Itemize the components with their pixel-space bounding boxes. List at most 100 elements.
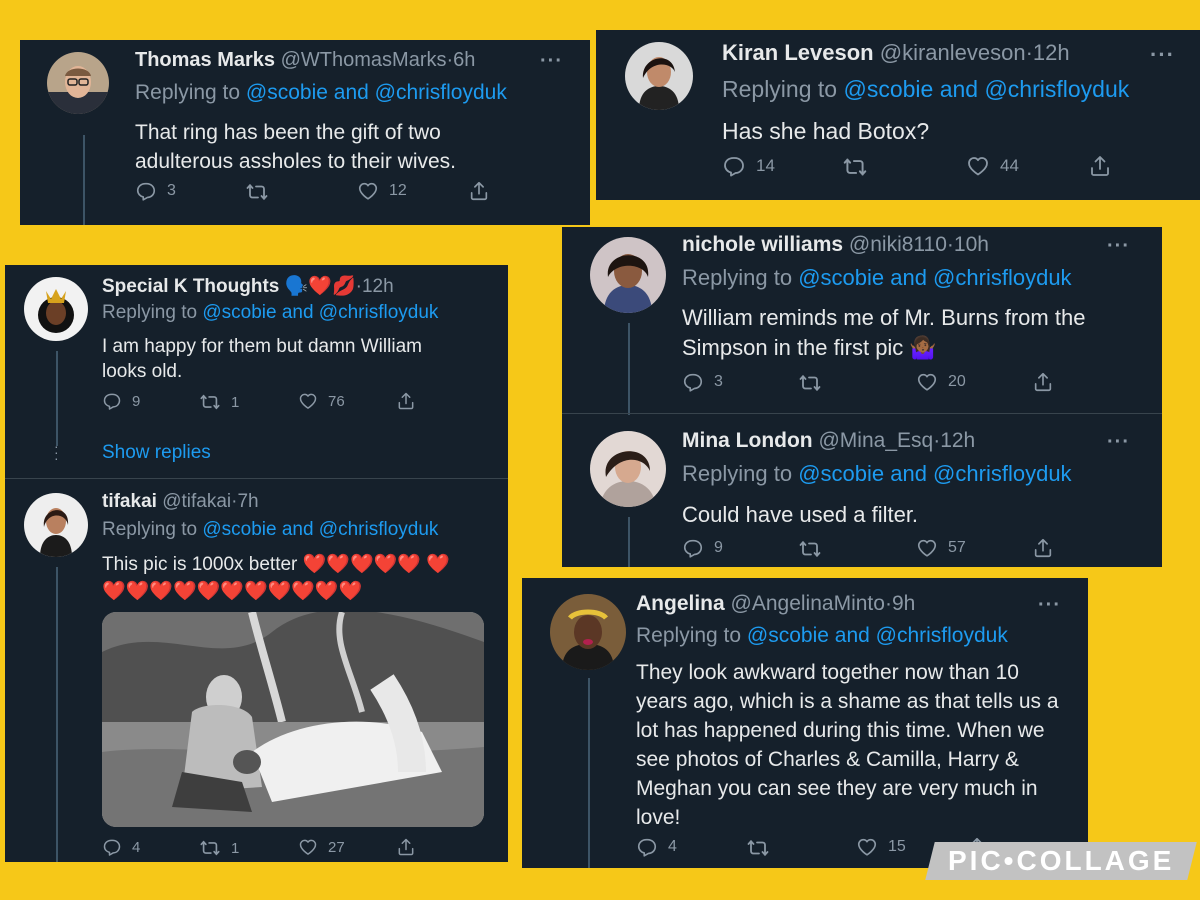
reply-icon — [636, 836, 658, 858]
retweet-icon — [199, 837, 221, 859]
share-button[interactable] — [468, 180, 490, 202]
more-icon[interactable]: ··· — [1150, 42, 1175, 68]
tweet-time[interactable]: 12h — [362, 276, 394, 297]
author-handle[interactable]: @WThomasMarks — [281, 49, 447, 71]
reply-button[interactable]: 3 — [135, 180, 176, 202]
author-handle[interactable]: @AngelinaMinto — [731, 592, 885, 615]
share-button[interactable] — [1032, 371, 1054, 393]
tweet-time[interactable]: 10h — [954, 233, 989, 256]
heart-icon — [298, 837, 318, 857]
divider — [562, 413, 1162, 414]
reply-button[interactable]: 14 — [722, 154, 775, 178]
author-name[interactable]: nichole williams — [682, 233, 843, 256]
replying-to: Replying to @scobie and @chrisfloyduk — [102, 519, 439, 540]
tweet-card-angelina: Angelina @AngelinaMinto·9h ··· Replying … — [522, 578, 1088, 868]
like-button[interactable]: 44 — [966, 154, 1019, 178]
share-button[interactable] — [396, 837, 416, 857]
reply-button[interactable]: 4 — [636, 836, 677, 858]
like-button[interactable]: 20 — [916, 371, 966, 393]
thread-line — [83, 135, 85, 225]
tweet-time[interactable]: 9h — [892, 592, 915, 615]
retweet-button[interactable] — [245, 180, 269, 204]
share-icon — [396, 837, 416, 857]
tweet-header: Kiran Leveson @kiranleveson·12h — [722, 40, 1070, 65]
replying-to: Replying to @scobie and @chrisfloyduk — [682, 461, 1072, 486]
heart-icon — [916, 371, 938, 393]
mentions-link[interactable]: @scobie and @chrisfloyduk — [202, 302, 438, 323]
mentions-link[interactable]: @scobie and @chrisfloyduk — [798, 461, 1071, 486]
like-button[interactable]: 12 — [357, 180, 407, 202]
retweet-icon — [245, 180, 269, 204]
more-icon[interactable]: ··· — [540, 50, 563, 73]
author-handle[interactable]: @niki8110 — [849, 233, 947, 256]
author-name[interactable]: Kiran Leveson — [722, 40, 874, 65]
author-name[interactable]: Thomas Marks — [135, 49, 275, 71]
replying-to: Replying to @scobie and @chrisfloyduk — [722, 76, 1130, 102]
thread-dots: · · · — [54, 438, 59, 466]
tweet-text: Has she had Botox? — [722, 118, 930, 144]
show-replies-link[interactable]: Show replies — [102, 442, 211, 464]
tweet-text: William reminds me of Mr. Burns from the… — [682, 305, 1086, 360]
mentions-link[interactable]: @scobie and @chrisfloyduk — [843, 76, 1129, 102]
share-button[interactable] — [396, 391, 416, 411]
mentions-link[interactable]: @scobie and @chrisfloyduk — [246, 81, 507, 104]
reply-button[interactable]: 4 — [102, 837, 140, 857]
more-icon[interactable]: ··· — [1107, 235, 1130, 258]
more-icon[interactable]: ··· — [1107, 431, 1130, 454]
retweet-icon — [798, 371, 822, 395]
divider — [5, 478, 508, 479]
share-icon — [468, 180, 490, 202]
retweet-icon — [842, 154, 868, 180]
mentions-link[interactable]: @scobie and @chrisfloyduk — [798, 265, 1071, 290]
tweet-time[interactable]: 12h — [1033, 40, 1070, 65]
retweet-button[interactable] — [798, 371, 822, 395]
retweet-button[interactable] — [798, 537, 822, 561]
heart-icon — [916, 537, 938, 559]
like-button[interactable]: 27 — [298, 837, 345, 857]
author-name[interactable]: Mina London — [682, 429, 813, 452]
author-name[interactable]: Angelina — [636, 592, 725, 615]
avatar[interactable] — [625, 42, 693, 110]
reply-icon — [682, 371, 704, 393]
like-button[interactable]: 57 — [916, 537, 966, 559]
retweet-button[interactable] — [746, 836, 770, 860]
avatar[interactable] — [590, 237, 666, 313]
author-handle[interactable]: @tifakai — [162, 491, 231, 512]
avatar[interactable] — [550, 594, 626, 670]
tweet-actions: 3 20 — [682, 371, 1152, 401]
mentions-link[interactable]: @scobie and @chrisfloyduk — [747, 624, 1008, 647]
more-icon[interactable]: ··· — [1038, 594, 1061, 617]
avatar[interactable] — [590, 431, 666, 507]
replying-to: Replying to @scobie and @chrisfloyduk — [135, 81, 507, 104]
reply-button[interactable]: 3 — [682, 371, 723, 393]
mentions-link[interactable]: @scobie and @chrisfloyduk — [202, 519, 438, 540]
author-handle[interactable]: @Mina_Esq — [818, 429, 933, 452]
tweet-card-thomas: Thomas Marks @WThomasMarks·6h ··· Replyi… — [20, 40, 590, 225]
tweet-actions: 3 12 — [135, 180, 575, 210]
reply-button[interactable]: 9 — [682, 537, 723, 559]
author-name[interactable]: Special K Thoughts 🗣️❤️💋 — [102, 276, 356, 297]
heart-icon — [856, 836, 878, 858]
author-handle[interactable]: @kiranleveson — [880, 40, 1026, 65]
avatar[interactable] — [24, 277, 88, 341]
avatar[interactable] — [47, 52, 109, 114]
tweet-text: Could have used a filter. — [682, 502, 919, 527]
tweet-time[interactable]: 7h — [237, 491, 258, 512]
retweet-button[interactable]: 1 — [199, 391, 239, 413]
couple-photo-image — [102, 612, 484, 827]
thread-line — [628, 323, 630, 415]
tweet-text: That ring has been the gift of two adult… — [135, 121, 456, 173]
like-button[interactable]: 15 — [856, 836, 906, 858]
reply-button[interactable]: 9 — [102, 391, 140, 411]
tweet-photo[interactable] — [102, 612, 484, 827]
tweet-time[interactable]: 12h — [940, 429, 975, 452]
tweet-time[interactable]: 6h — [453, 49, 475, 71]
share-button[interactable] — [1032, 537, 1054, 559]
share-button[interactable] — [1088, 154, 1112, 178]
author-name[interactable]: tifakai — [102, 491, 157, 512]
retweet-icon — [798, 537, 822, 561]
like-button[interactable]: 76 — [298, 391, 345, 411]
retweet-button[interactable] — [842, 154, 868, 180]
avatar[interactable] — [24, 493, 88, 557]
retweet-button[interactable]: 1 — [199, 837, 239, 859]
